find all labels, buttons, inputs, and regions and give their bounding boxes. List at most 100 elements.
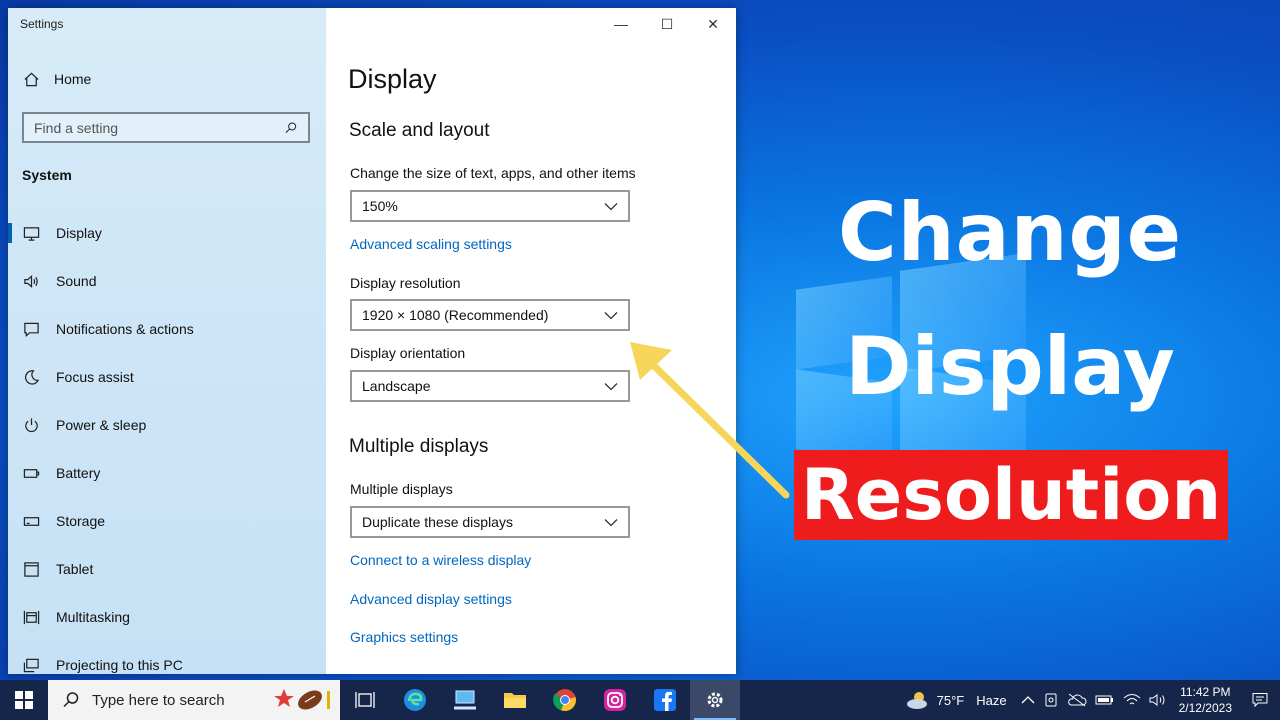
sidebar-nav: Display Sound Notifications & actions Fo… [8,209,326,674]
home-label: Home [54,71,92,87]
resolution-label: Display resolution [350,275,461,291]
storage-icon [22,512,40,530]
clock-time: 11:42 PM [1180,685,1231,699]
find-setting-input[interactable] [34,119,264,136]
edge-icon [404,689,426,711]
sidebar-item-projecting[interactable]: Projecting to this PC [8,641,326,674]
system-tray: 75°F Haze 11:42 PM 2/12/2023 [901,680,1280,720]
action-center-button[interactable] [1240,680,1280,720]
chevron-up-icon [1021,696,1035,704]
sidebar-item-multitasking[interactable]: Multitasking [8,593,326,641]
sidebar-item-storage[interactable]: Storage [8,497,326,545]
sidebar-item-label: Projecting to this PC [56,657,183,673]
resolution-dropdown[interactable]: 1920 × 1080 (Recommended) [350,299,630,331]
maximize-button[interactable]: ☐ [644,8,690,40]
battery-tray-button[interactable] [1091,680,1119,720]
speaker-icon [22,272,40,290]
clock-date: 2/12/2023 [1178,701,1232,715]
minimize-button[interactable]: — [598,8,644,40]
edge-button[interactable] [390,680,440,720]
sidebar-item-display[interactable]: Display [8,209,326,257]
orientation-dropdown[interactable]: Landscape [350,370,630,402]
facebook-button[interactable] [640,680,690,720]
home-nav-item[interactable]: Home [22,70,91,88]
sidebar-item-label: Battery [56,465,101,481]
multiple-displays-label: Multiple displays [350,481,453,497]
multiple-displays-value: Duplicate these displays [362,514,513,530]
sidebar-item-sound[interactable]: Sound [8,257,326,305]
weather-description: Haze [976,692,1007,708]
sidebar-item-label: Display [56,225,102,241]
wireless-display-link[interactable]: Connect to a wireless display [350,552,531,568]
file-explorer-button[interactable] [490,680,540,720]
sidebar-item-label: Tablet [56,561,94,577]
page-title: Display [348,64,437,94]
meet-now-icon [1045,693,1057,707]
overlay-title-line2: Display [845,320,1175,413]
chevron-down-icon [604,198,618,214]
sidebar-item-notifications[interactable]: Notifications & actions [8,305,326,353]
advanced-scaling-link[interactable]: Advanced scaling settings [350,236,512,252]
tablet-icon [22,560,40,578]
task-view-button[interactable] [340,680,390,720]
sidebar-item-battery[interactable]: Battery [8,449,326,497]
volume-button[interactable] [1145,680,1171,720]
system-section-heading: System [22,167,72,183]
show-hidden-icons-button[interactable] [1017,680,1039,720]
multitasking-icon [22,608,40,626]
wifi-button[interactable] [1119,680,1145,720]
section-heading-scale: Scale and layout [349,120,490,141]
sidebar-item-label: Storage [56,513,106,529]
sidebar-item-power-sleep[interactable]: Power & sleep [8,401,326,449]
taskbar: 75°F Haze 11:42 PM 2/12/2023 [0,680,1280,720]
network-pc-button[interactable] [440,680,490,720]
find-setting-search[interactable] [22,112,310,143]
clock[interactable]: 11:42 PM 2/12/2023 [1171,680,1240,720]
sidebar-item-label: Multitasking [56,609,130,625]
chrome-button[interactable] [540,680,590,720]
weather-cloud-icon [906,692,927,709]
scale-label: Change the size of text, apps, and other… [350,165,636,181]
windows-start-icon [15,691,33,709]
section-heading-multiple: Multiple displays [349,436,489,457]
sidebar-item-label: Sound [56,273,97,289]
orientation-value: Landscape [362,378,431,394]
sidebar: Settings Home System Display Sound [8,8,326,674]
overlay-title-line3: Resolution [800,454,1222,536]
search-icon[interactable] [282,119,300,137]
multiple-displays-dropdown[interactable]: Duplicate these displays [350,506,630,538]
window-title: Settings [20,17,64,31]
settings-taskbar-button[interactable] [690,680,740,720]
yellow-arrow-icon [630,342,790,499]
overlay-highlight-box: Resolution [794,450,1228,540]
meet-now-button[interactable] [1039,680,1063,720]
moon-icon [22,368,40,386]
wifi-icon [1123,694,1140,705]
scale-value: 150% [362,198,398,214]
search-icon [63,692,79,708]
start-button[interactable] [0,680,48,720]
monitor-icon [22,224,40,242]
sidebar-item-focus-assist[interactable]: Focus assist [8,353,326,401]
weather-widget[interactable]: 75°F Haze [901,680,1017,720]
sidebar-item-tablet[interactable]: Tablet [8,545,326,593]
scale-dropdown[interactable]: 150% [350,190,630,222]
instagram-button[interactable] [590,680,640,720]
resolution-value: 1920 × 1080 (Recommended) [362,307,549,323]
taskbar-search-box[interactable] [48,680,340,720]
onedrive-button[interactable] [1063,680,1091,720]
taskbar-search-input[interactable] [92,691,262,709]
instagram-icon [604,689,626,711]
close-button[interactable]: ✕ [690,8,736,40]
facebook-icon [654,689,676,711]
battery-icon [1095,695,1113,705]
graphics-settings-link[interactable]: Graphics settings [350,629,458,645]
projecting-icon [22,656,40,674]
orientation-label: Display orientation [350,345,466,361]
power-icon [22,416,40,434]
advanced-display-link[interactable]: Advanced display settings [350,591,512,607]
window-controls: — ☐ ✕ [598,8,736,40]
cloud-icon [1067,693,1087,707]
battery-icon [22,464,40,482]
sidebar-item-label: Notifications & actions [56,321,194,337]
